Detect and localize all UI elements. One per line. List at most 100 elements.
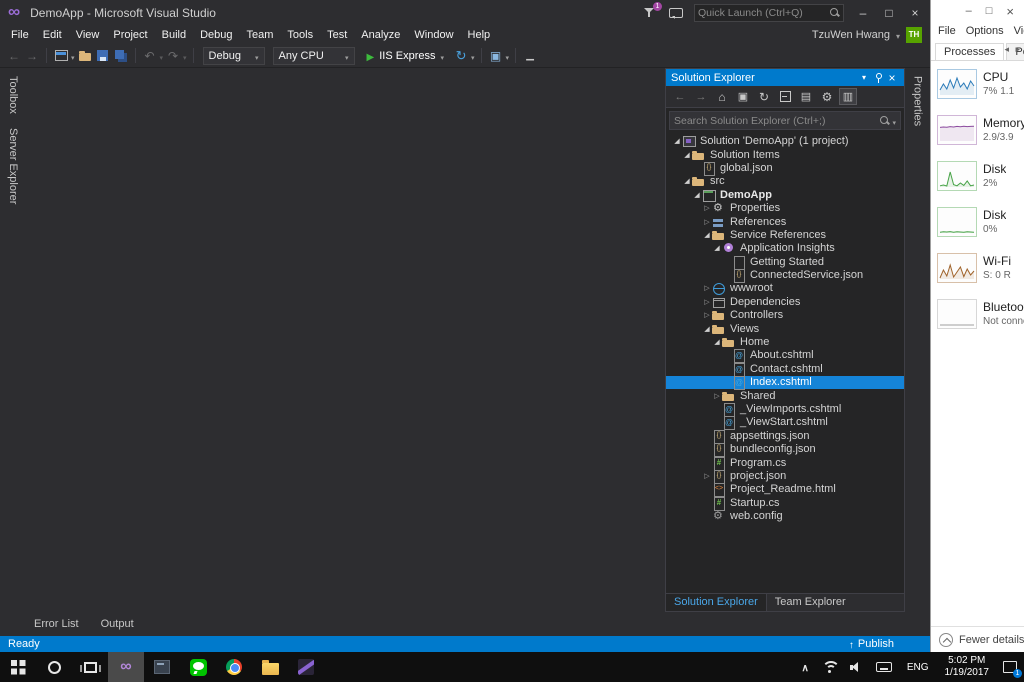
tree-item-contact-cshtml[interactable]: Contact.cshtml — [666, 362, 904, 377]
nav-backward-icon[interactable] — [6, 48, 22, 64]
expander-closed-icon[interactable] — [702, 470, 712, 483]
scope-icon[interactable] — [734, 88, 752, 105]
show-all-files-icon[interactable] — [797, 88, 815, 105]
chevron-down-icon[interactable] — [471, 47, 475, 65]
preview-selected-icon[interactable] — [839, 88, 857, 105]
combo-debug[interactable]: Debug — [202, 46, 265, 65]
collapse-all-icon[interactable] — [776, 88, 794, 105]
underline-tool-icon[interactable] — [522, 48, 538, 64]
task-view-icon[interactable] — [72, 652, 108, 682]
dark-app-icon[interactable] — [144, 652, 180, 682]
tree-item-index-cshtml[interactable]: Index.cshtml — [666, 376, 904, 391]
menu-window[interactable]: Window — [407, 27, 460, 43]
expander-closed-icon[interactable] — [702, 282, 712, 295]
back-icon[interactable] — [671, 88, 689, 105]
tree-item-getting-started[interactable]: Getting Started — [666, 255, 904, 270]
undo-icon[interactable] — [142, 48, 158, 64]
properties-icon[interactable] — [818, 88, 836, 105]
chrome-icon[interactable] — [216, 652, 252, 682]
clock[interactable]: 5:02 PM 1/19/2017 — [938, 655, 997, 679]
line-icon[interactable] — [180, 652, 216, 682]
tree-item-home[interactable]: Home — [666, 336, 904, 349]
expander-open-icon[interactable] — [692, 189, 702, 202]
purple-app-icon[interactable] — [288, 652, 324, 682]
tree-item-startup-cs[interactable]: Startup.cs — [666, 496, 904, 511]
home-icon[interactable] — [713, 88, 731, 105]
metric-memory[interactable]: Memory 2.9/3.9 — [937, 115, 1024, 155]
avatar[interactable]: TH — [906, 26, 922, 43]
menu-analyze[interactable]: Analyze — [354, 27, 407, 43]
pin-icon[interactable] — [874, 72, 883, 84]
tree-item-application-insights[interactable]: Application Insights — [666, 242, 904, 255]
expander-open-icon[interactable] — [712, 336, 722, 349]
chevron-down-icon[interactable] — [183, 47, 187, 65]
chevron-down-icon[interactable] — [506, 47, 510, 65]
tool-tab-server-explorer[interactable]: Server Explorer — [5, 120, 21, 210]
tree-item-demoapp[interactable]: DemoApp — [666, 189, 904, 202]
tree-item-solution-demoapp-1-project[interactable]: Solution 'DemoApp' (1 project) — [666, 135, 904, 148]
menu-debug[interactable]: Debug — [193, 27, 239, 43]
expander-closed-icon[interactable] — [702, 309, 712, 322]
tree-item-wwwroot[interactable]: wwwroot — [666, 282, 904, 296]
tree-item-controllers[interactable]: Controllers — [666, 309, 904, 322]
file-explorer-icon[interactable] — [252, 652, 288, 682]
metric-disk[interactable]: Disk 0% — [937, 207, 1024, 247]
menu-file[interactable]: File — [4, 27, 36, 43]
keyboard-icon[interactable] — [870, 652, 898, 682]
tm-menu-view[interactable]: View — [1014, 25, 1024, 37]
tree-item-service-references[interactable]: Service References — [666, 229, 904, 242]
tool-tab-toolbox[interactable]: Toolbox — [5, 68, 21, 120]
tree-item-about-cshtml[interactable]: About.cshtml — [666, 349, 904, 364]
language-indicator[interactable]: ENG — [898, 662, 938, 673]
close-panel-icon[interactable] — [885, 71, 899, 85]
publish-button[interactable]: Publish — [849, 635, 894, 653]
sync-icon[interactable] — [755, 88, 773, 105]
feedback-icon[interactable] — [669, 7, 683, 19]
expander-closed-icon[interactable] — [702, 202, 712, 215]
metric-disk[interactable]: Disk 2% — [937, 161, 1024, 201]
menu-project[interactable]: Project — [106, 27, 154, 43]
tree-item-connectedservice-json[interactable]: ConnectedService.json — [666, 269, 904, 284]
tree-item-views[interactable]: Views — [666, 322, 904, 335]
menu-edit[interactable]: Edit — [36, 27, 69, 43]
panel-tab-team-explorer[interactable]: Team Explorer — [767, 594, 854, 611]
expander-open-icon[interactable] — [682, 149, 692, 162]
browser-refresh-icon[interactable] — [453, 48, 469, 64]
tree-item-solution-items[interactable]: Solution Items — [666, 148, 904, 161]
solution-search-input[interactable] — [674, 114, 880, 127]
tool-tab-properties[interactable]: Properties — [910, 68, 926, 132]
nav-forward-icon[interactable] — [24, 48, 40, 64]
expander-open-icon[interactable] — [682, 175, 692, 188]
minimize-button[interactable] — [856, 6, 870, 20]
panel-tab-output[interactable]: Output — [95, 616, 140, 632]
metric-cpu[interactable]: CPU 7% 1.1 — [937, 69, 1024, 109]
chevron-down-icon[interactable] — [890, 112, 896, 130]
tree-item-global-json[interactable]: global.json — [666, 161, 904, 176]
tree-item-viewimports-cshtml[interactable]: _ViewImports.cshtml — [666, 403, 904, 417]
save-all-icon[interactable] — [113, 48, 129, 64]
expander-open-icon[interactable] — [702, 323, 712, 336]
menu-build[interactable]: Build — [155, 27, 193, 43]
hidden-icons-icon[interactable] — [796, 652, 815, 682]
window-position-icon[interactable] — [857, 71, 871, 85]
expander-closed-icon[interactable] — [702, 216, 712, 229]
open-file-icon[interactable] — [77, 48, 93, 64]
menu-help[interactable]: Help — [461, 27, 498, 43]
visual-studio-icon[interactable] — [108, 652, 144, 682]
panel-tab-solution-explorer[interactable]: Solution Explorer — [666, 594, 767, 611]
save-icon[interactable] — [95, 48, 111, 64]
expander-open-icon[interactable] — [702, 229, 712, 242]
expander-closed-icon[interactable] — [712, 390, 722, 403]
tree-item-properties[interactable]: Properties — [666, 202, 904, 215]
tree-item-project-readme-html[interactable]: Project_Readme.html — [666, 483, 904, 498]
close-button[interactable] — [1006, 4, 1014, 19]
tree-item-shared[interactable]: Shared — [666, 389, 904, 402]
menu-view[interactable]: View — [69, 27, 107, 43]
action-center-icon[interactable]: 1 — [996, 652, 1024, 682]
maximize-button[interactable] — [882, 6, 896, 20]
tm-tab-processes[interactable]: Processes — [935, 43, 1005, 60]
tree-item-program-cs[interactable]: Program.cs — [666, 456, 904, 471]
minimize-button[interactable] — [966, 5, 972, 17]
metric-wi-fi[interactable]: Wi-Fi S: 0 R — [937, 253, 1024, 293]
redo-icon[interactable] — [165, 48, 181, 64]
